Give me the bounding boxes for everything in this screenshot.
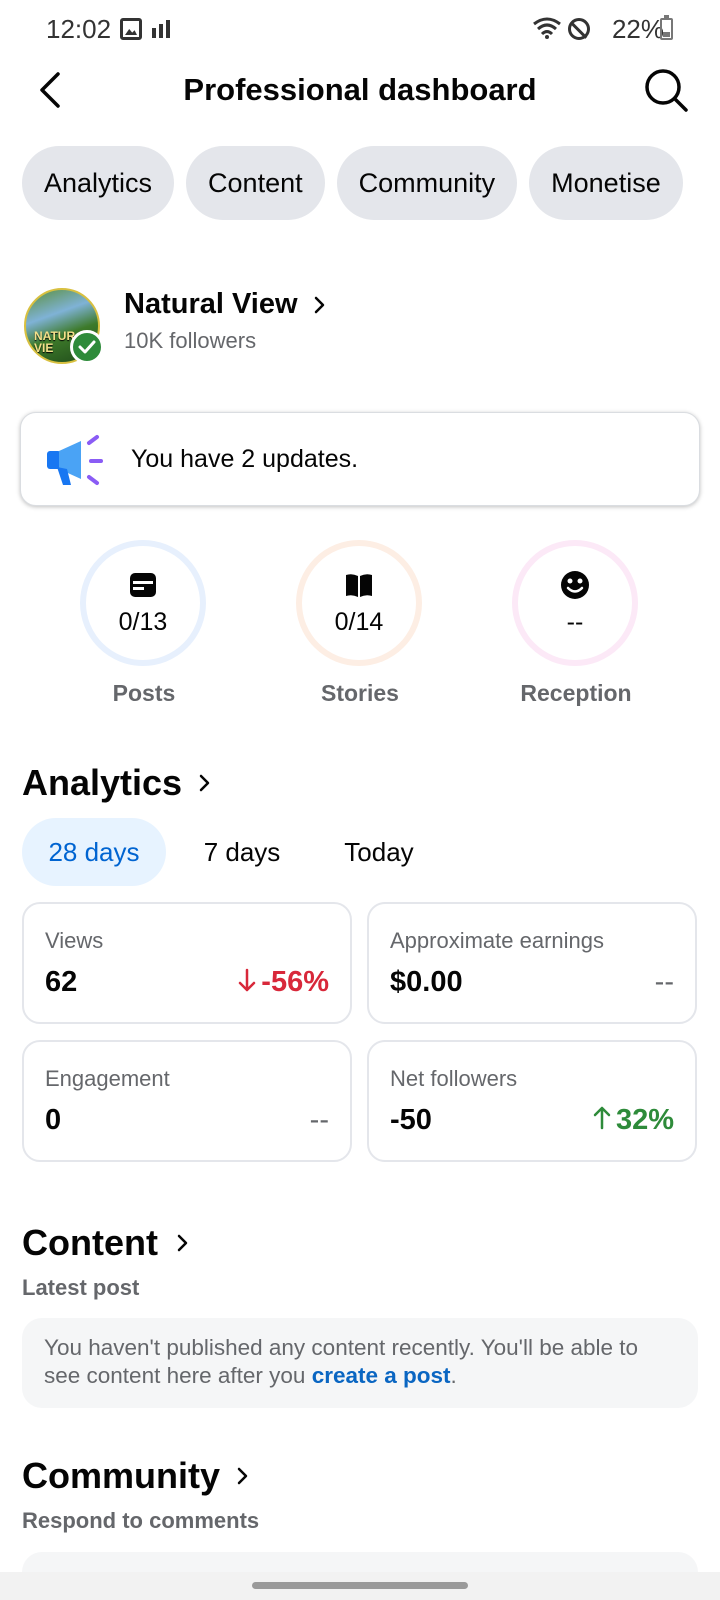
reception-value: -- [566, 608, 584, 636]
top-app-bar: Professional dashboard [0, 60, 720, 120]
stories-value: 0/14 [334, 608, 384, 636]
progress-rings: 0/13 Posts 0/14 Stories -- Reception [0, 540, 720, 710]
metric-value: $0.00 [390, 966, 463, 998]
image-notification-icon [120, 18, 142, 40]
megaphone-icon [47, 435, 103, 485]
metric-value: 62 [45, 966, 78, 998]
profile-header[interactable]: NATUR VIE Natural View 10K followers [24, 288, 704, 368]
create-post-link[interactable]: create a post [312, 1363, 451, 1388]
tab-7-days[interactable]: 7 days [188, 818, 296, 886]
metric-change: -- [309, 1104, 329, 1136]
reception-ring[interactable]: -- [512, 540, 638, 666]
stories-ring[interactable]: 0/14 [296, 540, 422, 666]
chevron-right-icon[interactable] [196, 770, 214, 796]
follower-count: 10K followers [124, 328, 257, 353]
metric-change: -56% [237, 966, 329, 999]
posts-label: Posts [112, 680, 176, 706]
wifi-icon [533, 17, 561, 39]
tab-28-days[interactable]: 28 days [22, 818, 166, 886]
status-time: 12:02 [46, 14, 112, 44]
arrow-down-icon [239, 968, 256, 992]
analytics-section-title[interactable]: Analytics [22, 762, 182, 804]
battery-icon [660, 15, 673, 40]
section-chips: Analytics Content Community Monetise [22, 146, 720, 222]
smiley-icon [561, 571, 589, 599]
metric-card-engagement[interactable]: Engagement 0 -- [22, 1040, 352, 1162]
no-content-message: You haven't published any content recent… [22, 1318, 698, 1408]
tab-today[interactable]: Today [324, 818, 434, 886]
status-bar: 12:02 22% [0, 0, 720, 58]
avatar-text-line2: VIE [34, 341, 54, 355]
updates-text: You have 2 updates. [131, 445, 359, 473]
community-section-title[interactable]: Community [22, 1455, 220, 1497]
signal-bars-icon [152, 20, 172, 38]
updates-card[interactable]: You have 2 updates. [20, 412, 700, 506]
chip-community[interactable]: Community [336, 146, 518, 220]
profile-name[interactable]: Natural View [124, 288, 298, 321]
arrow-up-icon [593, 1106, 611, 1130]
system-navigation-bar [0, 1572, 720, 1600]
page-title: Professional dashboard [183, 72, 537, 107]
home-gesture-handle[interactable] [252, 1582, 468, 1589]
chip-monetise[interactable]: Monetise [529, 146, 683, 220]
content-subtitle: Latest post [22, 1275, 140, 1300]
chevron-right-icon[interactable] [174, 1230, 192, 1256]
chip-content[interactable]: Content [186, 146, 325, 220]
metric-change-value: -56% [261, 966, 329, 998]
metric-card-earnings[interactable]: Approximate earnings $0.00 -- [367, 902, 697, 1024]
no-content-suffix: . [450, 1363, 457, 1388]
community-subtitle: Respond to comments [22, 1508, 260, 1533]
metric-change-value: 32% [615, 1104, 674, 1136]
posts-value: 0/13 [118, 608, 168, 636]
chevron-right-icon [314, 296, 325, 314]
metric-label: Net followers [390, 1066, 518, 1091]
do-not-disturb-icon [568, 18, 590, 40]
verified-check-icon [70, 330, 104, 364]
chip-analytics[interactable]: Analytics [22, 146, 175, 220]
stories-label: Stories [321, 680, 399, 706]
metric-change: -- [654, 966, 674, 998]
metric-value: -50 [390, 1104, 432, 1136]
metric-card-net-followers[interactable]: Net followers -50 32% [367, 1040, 697, 1162]
posts-ring[interactable]: 0/13 [80, 540, 206, 666]
reception-label: Reception [520, 680, 632, 706]
post-icon [130, 573, 156, 597]
metric-label: Engagement [45, 1066, 170, 1091]
metric-label: Views [45, 928, 104, 953]
book-icon [346, 574, 372, 597]
avatar-logo-text: NATUR VIE [34, 330, 75, 354]
metric-change: 32% [592, 1104, 674, 1137]
search-icon[interactable] [642, 66, 690, 114]
content-section-title[interactable]: Content [22, 1222, 158, 1264]
metric-card-views[interactable]: Views 62 -56% [22, 902, 352, 1024]
metric-label: Approximate earnings [390, 928, 605, 953]
metric-value: 0 [45, 1104, 62, 1136]
battery-percent: 22% [611, 14, 664, 44]
chevron-right-icon[interactable] [234, 1463, 252, 1489]
